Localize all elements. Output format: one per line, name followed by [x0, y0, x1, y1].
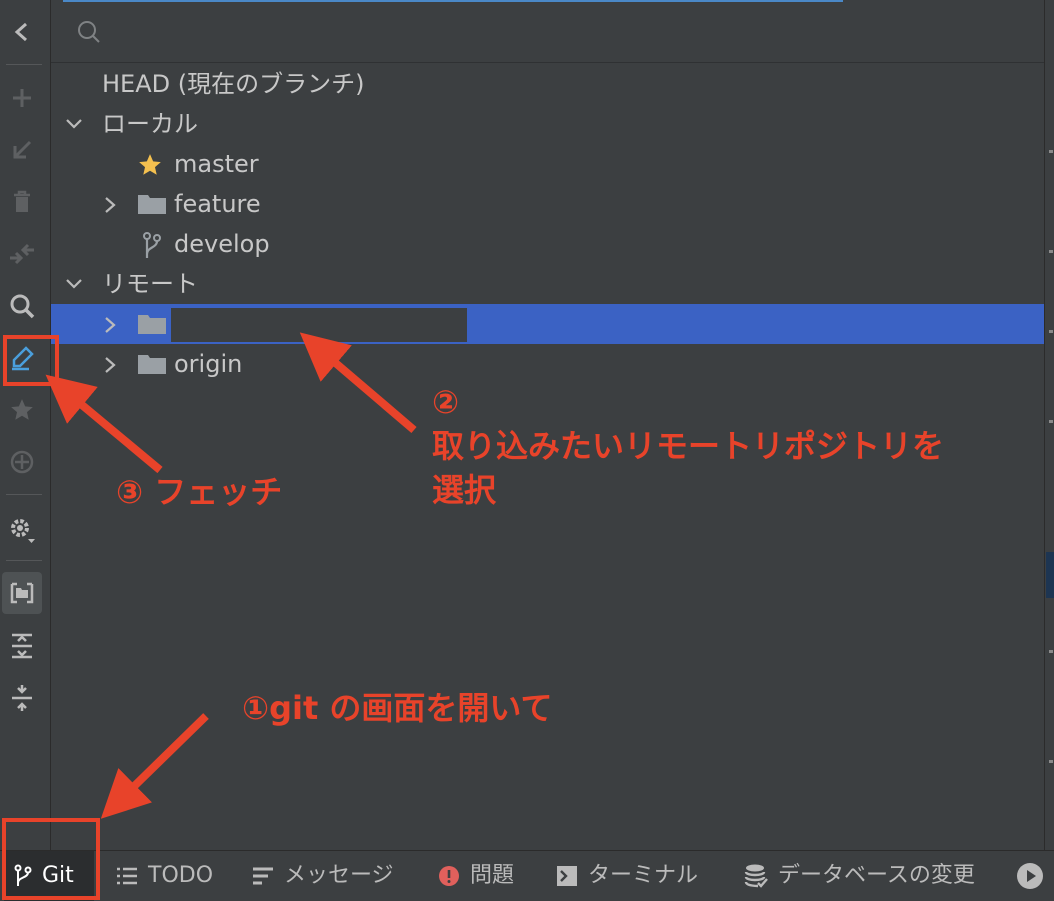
- annotation-step2-line2: 選択: [432, 471, 497, 509]
- arrow-step1: [100, 713, 209, 819]
- annotation-step3: ③ フェッチ: [116, 473, 283, 511]
- annotation-step2-number: ②: [432, 383, 460, 421]
- arrow-step3: [45, 374, 163, 474]
- annotation-step1: ①git の画面を開いて: [242, 689, 553, 727]
- annotation-step2-line1: 取り込みたいリモートリポジトリを: [432, 427, 945, 465]
- arrow-step2: [299, 332, 417, 434]
